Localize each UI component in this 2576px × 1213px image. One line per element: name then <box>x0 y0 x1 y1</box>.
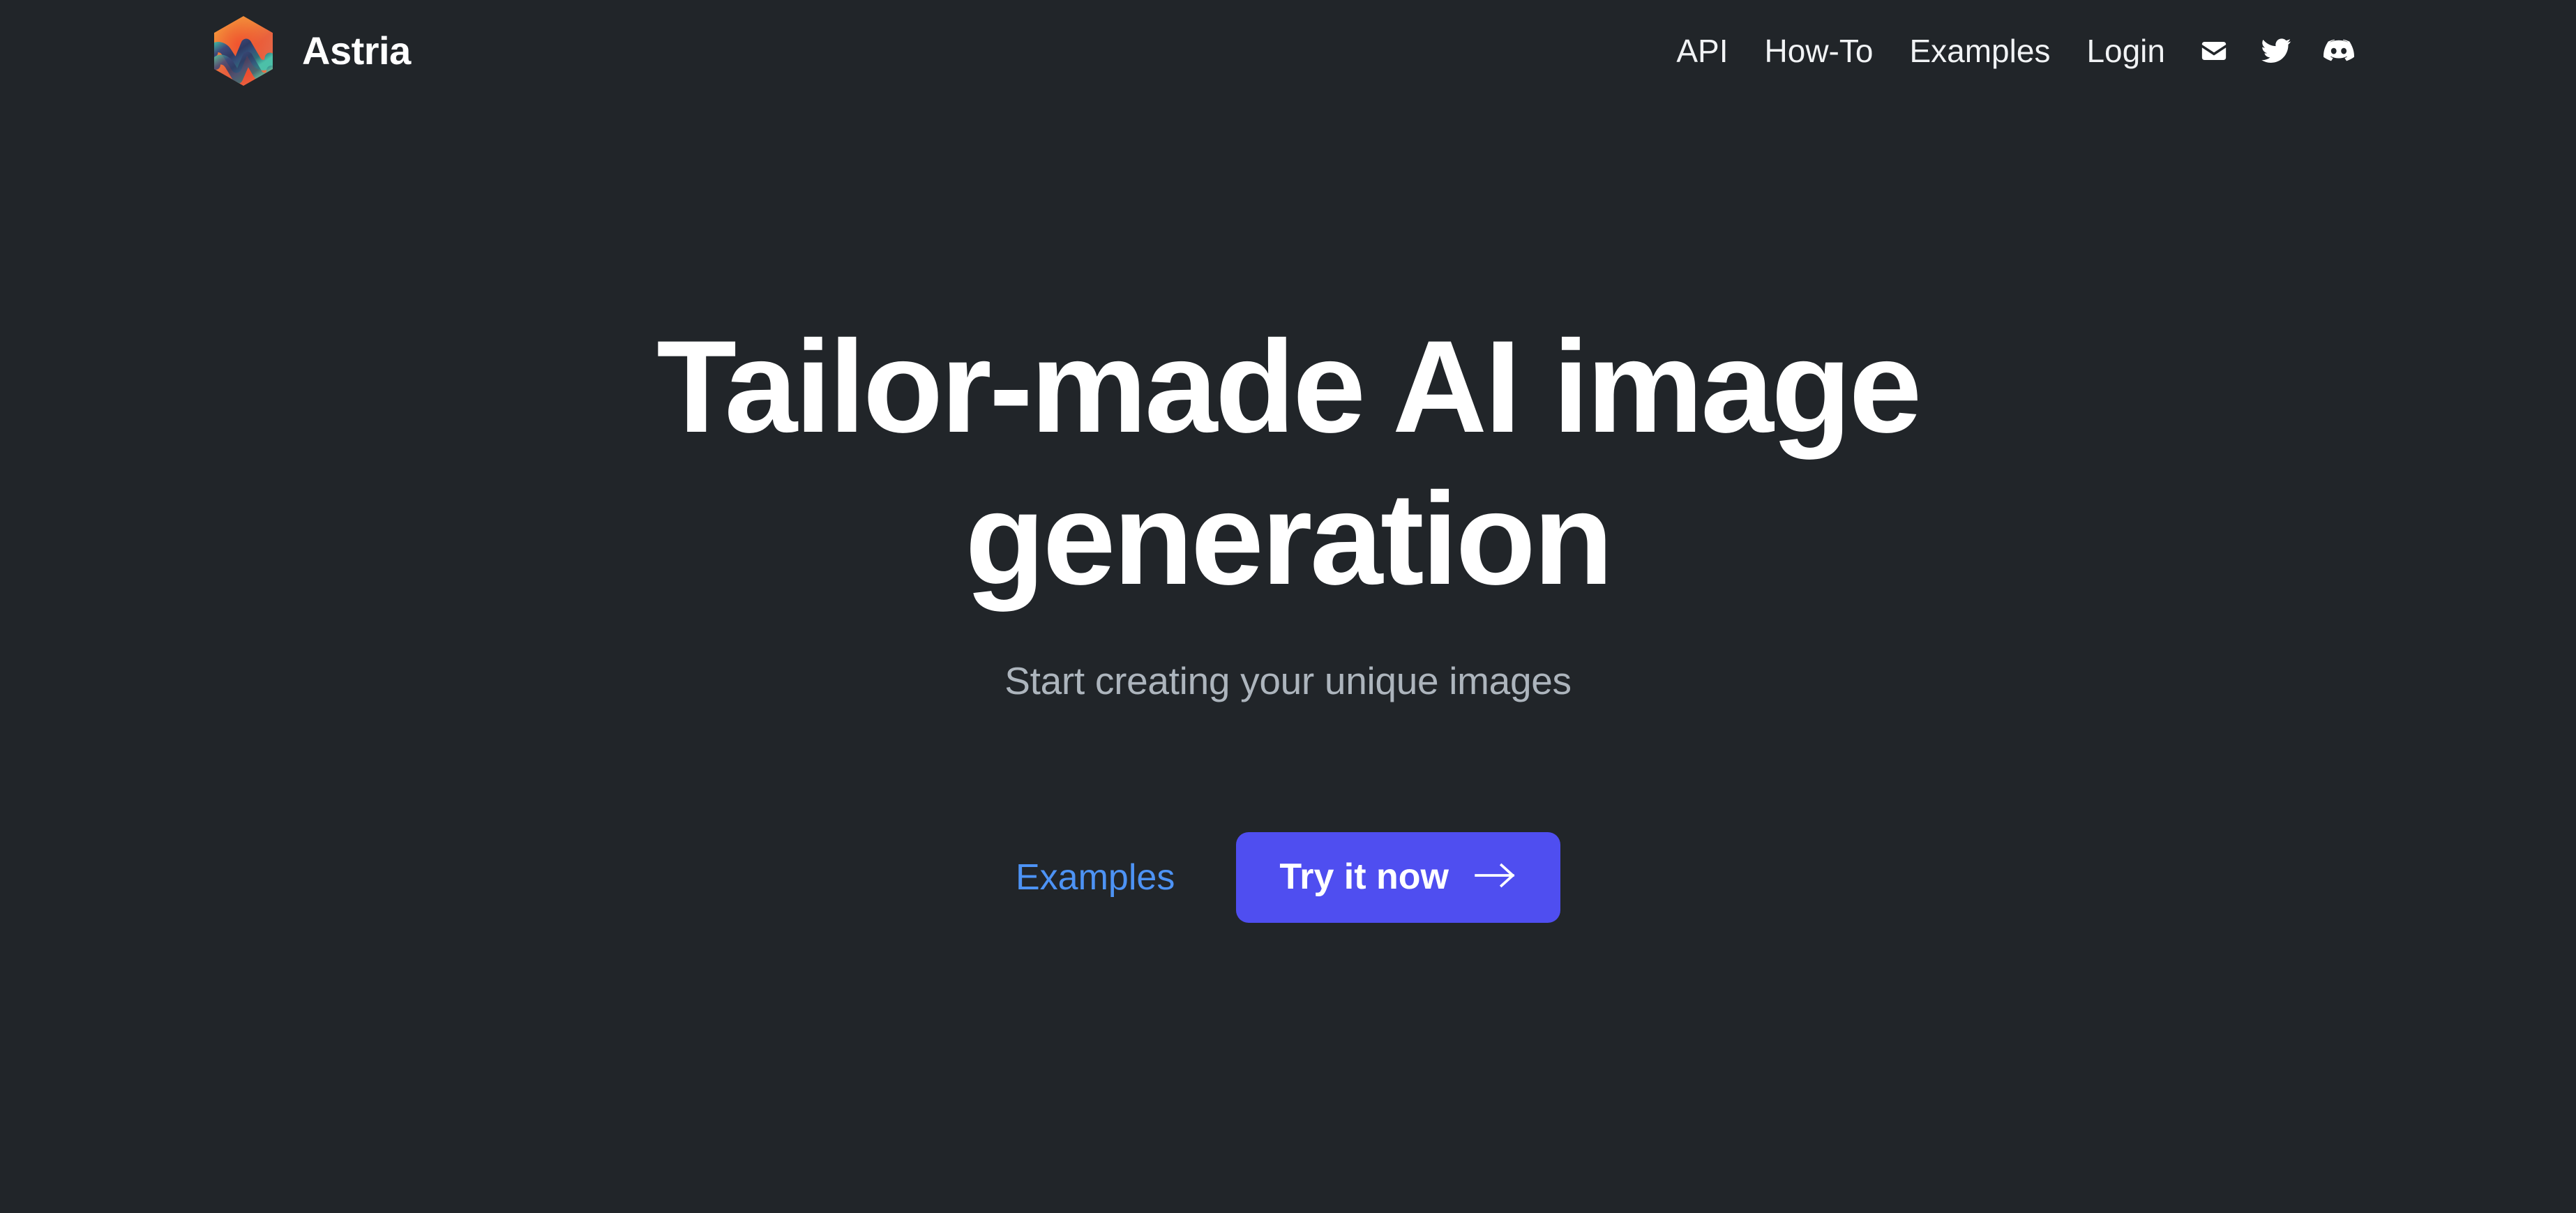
try-it-now-label: Try it now <box>1279 856 1449 897</box>
astria-hexagon-logo-icon <box>206 13 281 89</box>
nav-item-examples[interactable]: Examples <box>1891 28 2068 74</box>
hero-actions: Examples Try it now <box>1016 831 1560 923</box>
site-header: Astria API How-To Examples Login <box>0 0 2576 101</box>
nav-item-how-to[interactable]: How-To <box>1747 28 1892 74</box>
discord-icon <box>2323 36 2354 66</box>
discord-link[interactable] <box>2307 29 2370 73</box>
envelope-icon <box>2199 36 2229 66</box>
page-title-line-2: generation <box>965 465 1613 612</box>
brand-logo-link[interactable]: Astria <box>206 13 411 89</box>
twitter-link[interactable] <box>2245 29 2307 73</box>
nav-item-api[interactable]: API <box>1658 28 1746 74</box>
page-title: Tailor-made AI image generation <box>486 310 2091 615</box>
page-subtitle: Start creating your unique images <box>1004 659 1572 703</box>
brand-name: Astria <box>302 28 411 73</box>
hero-section: Tailor-made AI image generation Start cr… <box>0 101 2576 1213</box>
landing-page: Astria API How-To Examples Login Tailor-… <box>0 0 2576 1213</box>
primary-navigation: API How-To Examples Login <box>1658 28 2370 74</box>
email-link[interactable] <box>2183 29 2245 73</box>
try-it-now-button[interactable]: Try it now <box>1236 831 1560 923</box>
page-title-line-1: Tailor-made AI image <box>656 313 1922 460</box>
twitter-icon <box>2261 36 2291 66</box>
examples-link[interactable]: Examples <box>1016 859 1175 896</box>
nav-item-login[interactable]: Login <box>2068 28 2183 74</box>
arrow-right-icon <box>1474 859 1517 895</box>
